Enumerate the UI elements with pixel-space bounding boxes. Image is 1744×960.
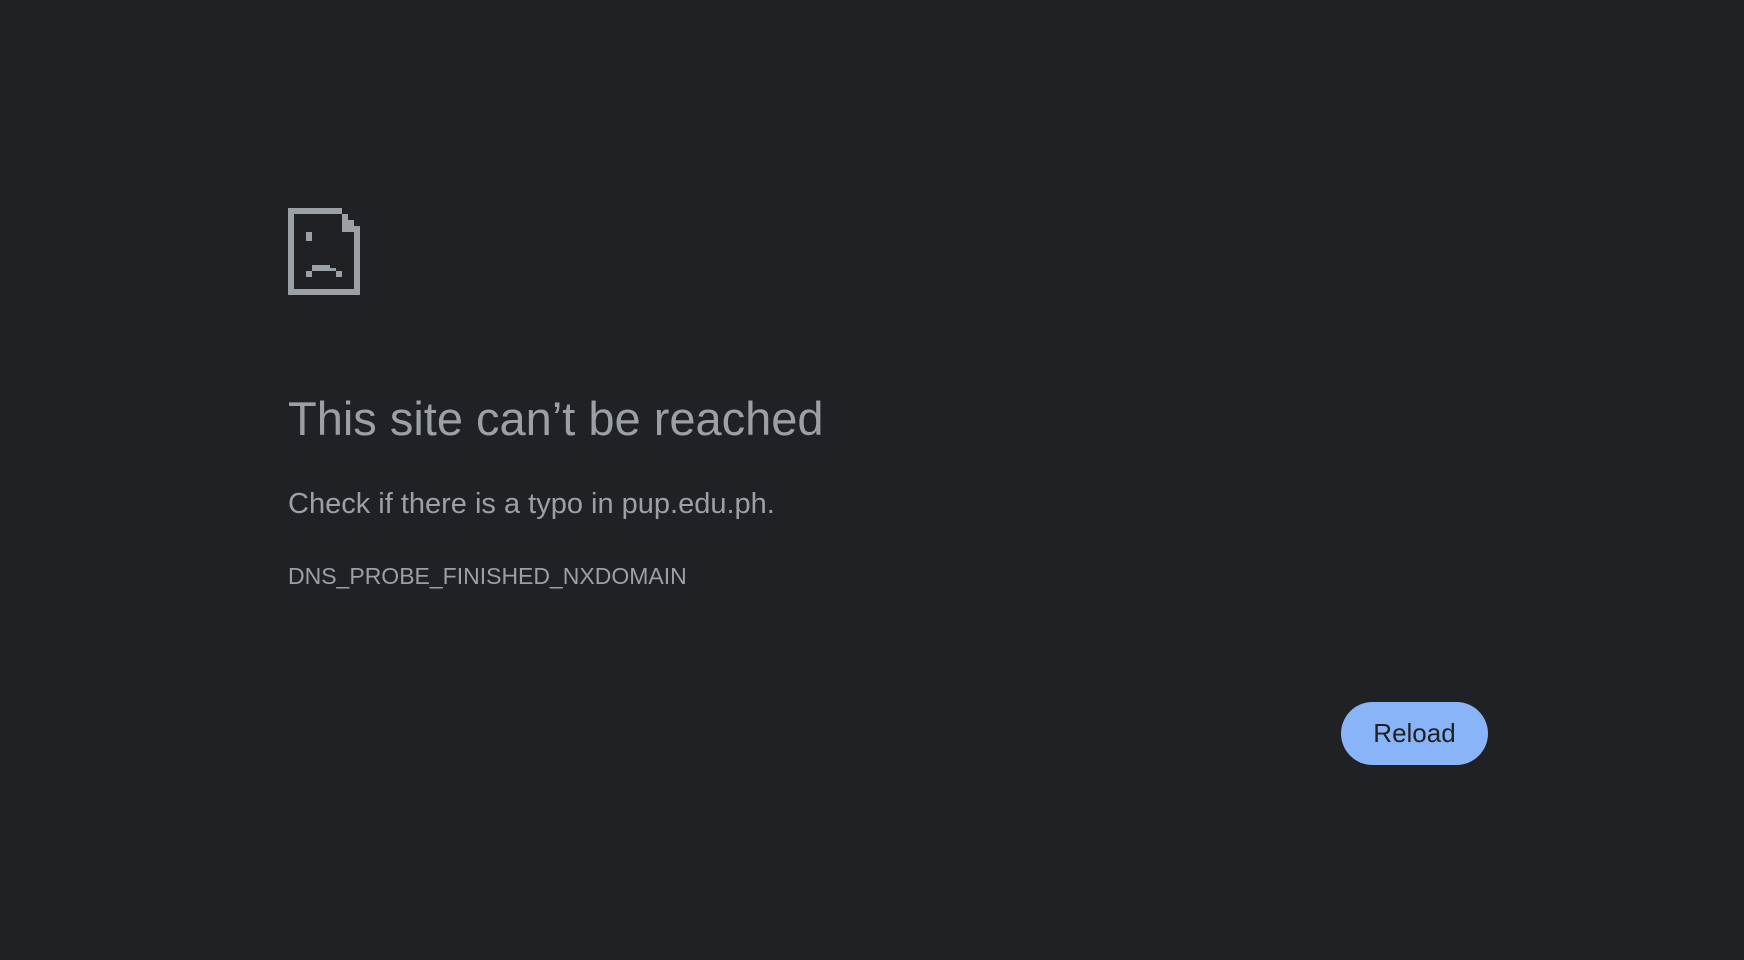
reload-button[interactable]: Reload [1341,702,1488,765]
sad-document-icon [288,208,360,295]
error-message: Check if there is a typo in pup.edu.ph. [288,488,775,520]
error-code: DNS_PROBE_FINISHED_NXDOMAIN [288,563,687,589]
error-title: This site can’t be reached [288,392,824,445]
